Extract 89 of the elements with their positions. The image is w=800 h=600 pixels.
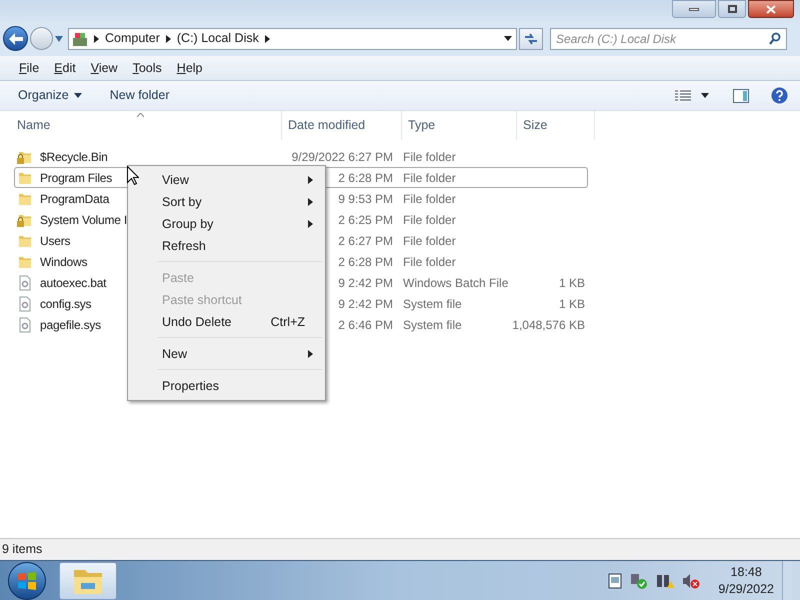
back-arrow-icon: [8, 32, 22, 44]
arrow-icon: [166, 34, 171, 42]
preview-pane-button[interactable]: [733, 88, 749, 102]
file-name[interactable]: System Volume I: [40, 210, 128, 228]
arrow-icon: [308, 198, 313, 206]
check-tray-icon: [630, 572, 648, 588]
start-button[interactable]: [8, 562, 46, 600]
caret-icon: [74, 93, 82, 98]
new-folder-button[interactable]: New folder: [104, 84, 176, 106]
minimize-button[interactable]: [672, 0, 716, 18]
shortcut-text: Ctrl+Z: [270, 314, 305, 331]
close-button[interactable]: [748, 0, 794, 18]
muted-speaker-icon: [682, 572, 700, 588]
file-size: 1,048,576 KB: [512, 316, 585, 334]
context-menu-item[interactable]: Sort by: [128, 191, 325, 213]
date-modified: 2 6:28 PM: [338, 170, 393, 186]
date-modified: 2 6:46 PM: [338, 316, 393, 334]
caret-icon: [55, 36, 63, 42]
file-name[interactable]: config.sys: [40, 294, 92, 312]
date-modified: 2 6:28 PM: [338, 254, 393, 270]
organize-button[interactable]: Organize: [12, 84, 88, 106]
help-icon: [771, 87, 788, 104]
menu-item[interactable]: File: [12, 58, 46, 78]
file-name[interactable]: autoexec.bat: [40, 274, 106, 292]
column-header[interactable]: Date modified: [282, 111, 402, 140]
network-warning-icon: [656, 572, 674, 588]
context-menu-item[interactable]: Refresh: [128, 235, 325, 257]
status-text: 9 items: [2, 541, 42, 558]
file-size: 1 KB: [558, 274, 585, 292]
refresh-icon: [524, 32, 538, 44]
view-options-button[interactable]: [675, 90, 709, 102]
date-modified: 9 2:42 PM: [338, 274, 393, 292]
file-name[interactable]: pagefile.sys: [40, 316, 101, 334]
close-icon: [766, 4, 776, 14]
file-type: System file: [403, 296, 462, 310]
file-name[interactable]: Users: [40, 232, 70, 250]
context-menu-item[interactable]: New: [128, 343, 325, 365]
file-type: File folder: [403, 150, 456, 164]
file-type: Windows Batch File: [403, 276, 508, 290]
file-size: 1 KB: [558, 296, 585, 312]
mouse-cursor-icon: [127, 166, 139, 185]
date-modified: 2 6:25 PM: [338, 212, 393, 228]
menu-item[interactable]: View: [84, 58, 125, 78]
file-type: File folder: [403, 170, 456, 184]
clock-time: 18:48: [730, 564, 762, 580]
document-tray-icon: [608, 572, 622, 588]
file-name[interactable]: $Recycle.Bin: [40, 148, 108, 166]
arrow-icon: [264, 34, 270, 42]
file-type: File folder: [403, 254, 456, 268]
file-type: System file: [403, 318, 462, 332]
column-header[interactable]: Name: [11, 111, 282, 140]
restore-button[interactable]: [718, 0, 746, 18]
arrow-icon: [308, 220, 313, 228]
column-header[interactable]: Type: [402, 111, 517, 140]
file-type: File folder: [403, 212, 456, 226]
menu-item[interactable]: Tools: [126, 58, 169, 78]
file-name[interactable]: ProgramData: [40, 190, 110, 208]
dropdown-caret-icon: [504, 36, 512, 41]
breadcrumb-item[interactable]: (C:) Local Disk: [176, 29, 259, 48]
search-field[interactable]: Search (C:) Local Disk: [550, 28, 787, 50]
file-type: File folder: [403, 192, 456, 206]
back-button[interactable]: [3, 26, 28, 51]
arrow-icon: [308, 176, 313, 184]
caret-icon: [701, 93, 709, 98]
file-name[interactable]: Program Files: [40, 168, 112, 186]
address-bar[interactable]: Computer (C:) Local Disk: [68, 28, 517, 50]
menu-item[interactable]: Help: [170, 58, 210, 78]
context-menu-item[interactable]: Undo Delete Ctrl+Z: [128, 311, 325, 333]
clock-date: 9/29/2022: [718, 580, 774, 598]
arrow-icon: [94, 34, 99, 42]
context-menu-item[interactable]: Group by: [128, 213, 325, 235]
refresh-button[interactable]: [519, 28, 543, 50]
breadcrumb-item[interactable]: Computer: [105, 29, 160, 48]
file-name[interactable]: Windows: [40, 252, 88, 270]
arrow-icon: [308, 350, 313, 358]
date-modified: 9/29/2022 6:27 PM: [292, 148, 393, 166]
menu-item[interactable]: Edit: [47, 58, 83, 78]
explorer-taskbar-button[interactable]: [59, 562, 117, 600]
date-modified: 2 6:27 PM: [338, 232, 393, 250]
column-header[interactable]: Size: [517, 111, 595, 140]
windows-logo-icon: [17, 572, 37, 590]
date-modified: 9 2:42 PM: [338, 296, 393, 312]
file-type: File folder: [403, 234, 456, 248]
date-modified: 9 9:53 PM: [338, 190, 393, 208]
help-button[interactable]: [771, 87, 788, 104]
context-menu-item[interactable]: Properties: [128, 375, 325, 397]
preview-pane-icon: [733, 88, 749, 102]
details-view-icon: [675, 90, 691, 102]
search-icon: [769, 32, 781, 44]
